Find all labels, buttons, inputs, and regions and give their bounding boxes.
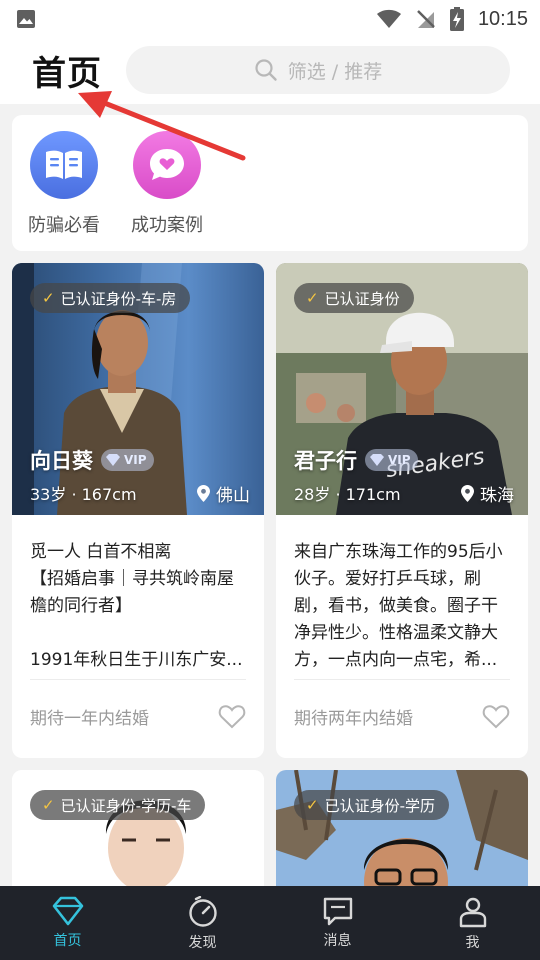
heart-like-icon[interactable] xyxy=(218,704,246,729)
bio-line: 来自广东珠海工作的95后小伙子。爱好打乒乓球，刷剧，看书，做美食。圈子干净异性少… xyxy=(294,542,503,670)
search-placeholder: 筛选 / 推荐 xyxy=(287,60,383,83)
location-text: 佛山 xyxy=(216,486,250,506)
location-pin-icon xyxy=(197,485,210,502)
bio-line: 觅一人 白首不相离 xyxy=(30,542,172,562)
quick-link-label: 成功案例 xyxy=(131,215,203,236)
vip-text: VIP xyxy=(124,453,147,467)
quick-link-label: 防骗必看 xyxy=(28,215,100,236)
age-height: 28岁 · 171cm xyxy=(294,485,401,504)
gallery-notification-icon xyxy=(17,10,35,28)
profile-photo: sneakers ✓ 已认证身份 君子行 VIP 28岁 · 171cm 珠海 xyxy=(276,263,528,515)
status-bar: 10:15 xyxy=(0,0,540,38)
book-icon xyxy=(30,131,98,199)
card-footer: 期待两年内结婚 xyxy=(294,679,510,752)
profile-card[interactable]: ✓ 已认证身份-车-房 向日葵 VIP 33岁 · 167cm 佛山 觅一人 白… xyxy=(12,263,264,758)
profile-name: 君子行 xyxy=(294,449,357,473)
bottom-nav: 首页 发现 消息 我 xyxy=(0,886,540,960)
nav-item-home[interactable]: 首页 xyxy=(0,886,135,960)
clock: 10:15 xyxy=(477,7,528,30)
marriage-expectation: 期待一年内结婚 xyxy=(30,708,149,729)
quick-links-card: 防骗必看 成功案例 xyxy=(12,115,528,251)
profile-card[interactable]: sneakers ✓ 已认证身份 君子行 VIP 28岁 · 171cm 珠海 … xyxy=(276,263,528,758)
check-icon: ✓ xyxy=(306,796,319,814)
diamond-icon xyxy=(52,896,83,926)
verified-badge-text: 已认证身份-车-房 xyxy=(60,289,177,308)
wifi-icon xyxy=(376,9,401,28)
verified-badge-text: 已认证身份 xyxy=(324,289,400,308)
message-icon xyxy=(323,897,352,926)
verified-badge: ✓ 已认证身份-学历-车 xyxy=(30,790,206,820)
header: 首页 筛选 / 推荐 xyxy=(0,38,540,104)
compass-icon xyxy=(188,896,217,927)
vip-badge: VIP xyxy=(101,449,154,471)
location: 珠海 xyxy=(461,481,514,506)
bio-line: 1991年秋日生于川东广安... xyxy=(30,650,243,670)
battery-charging-icon xyxy=(449,7,464,31)
location-pin-icon xyxy=(461,485,474,502)
bio-line: 【招婚启事｜寻共筑岭南屋檐的同行者】 xyxy=(30,569,234,616)
nav-item-messages[interactable]: 消息 xyxy=(270,886,405,960)
profile-bio: 觅一人 白首不相离 【招婚启事｜寻共筑岭南屋檐的同行者】 1991年秋日生于川东… xyxy=(12,515,264,679)
name-row: 君子行 VIP xyxy=(294,445,418,475)
check-icon: ✓ xyxy=(42,289,55,307)
no-signal-icon xyxy=(417,10,435,28)
nav-label: 我 xyxy=(465,935,480,951)
page-title: 首页 xyxy=(32,54,102,94)
check-icon: ✓ xyxy=(42,796,55,814)
profile-photo: ✓ 已认证身份-车-房 向日葵 VIP 33岁 · 167cm 佛山 xyxy=(12,263,264,515)
vip-badge: VIP xyxy=(365,449,418,471)
vip-diamond-icon xyxy=(106,454,120,466)
heart-chat-icon xyxy=(133,131,201,199)
nav-item-discover[interactable]: 发现 xyxy=(135,886,270,960)
age-height: 33岁 · 167cm xyxy=(30,485,137,504)
card-footer: 期待一年内结婚 xyxy=(30,679,246,752)
verified-badge: ✓ 已认证身份-车-房 xyxy=(30,283,191,313)
vip-text: VIP xyxy=(388,453,411,467)
nav-item-me[interactable]: 我 xyxy=(405,886,540,960)
search-icon xyxy=(255,59,277,81)
profile-name: 向日葵 xyxy=(30,449,93,473)
location-text: 珠海 xyxy=(480,486,514,506)
verified-badge: ✓ 已认证身份-学历 xyxy=(294,790,449,820)
quick-link-success-stories[interactable]: 成功案例 xyxy=(117,131,217,237)
check-icon: ✓ xyxy=(306,289,319,307)
verified-badge-text: 已认证身份-学历 xyxy=(324,796,435,815)
marriage-expectation: 期待两年内结婚 xyxy=(294,708,413,729)
nav-label: 首页 xyxy=(53,933,82,949)
verified-badge-text: 已认证身份-学历-车 xyxy=(60,796,192,815)
verified-badge: ✓ 已认证身份 xyxy=(294,283,414,313)
location: 佛山 xyxy=(197,481,250,506)
heart-like-icon[interactable] xyxy=(482,704,510,729)
profile-bio: 来自广东珠海工作的95后小伙子。爱好打乒乓球，刷剧，看书，做美食。圈子干净异性少… xyxy=(276,515,528,679)
name-row: 向日葵 VIP xyxy=(30,445,154,475)
search-input[interactable]: 筛选 / 推荐 xyxy=(126,46,510,94)
user-icon xyxy=(459,897,486,928)
nav-label: 消息 xyxy=(323,933,352,949)
vip-diamond-icon xyxy=(370,454,384,466)
profile-meta: 33岁 · 167cm 佛山 xyxy=(30,481,250,506)
nav-label: 发现 xyxy=(188,935,217,951)
quick-link-anti-fraud[interactable]: 防骗必看 xyxy=(14,131,114,237)
profile-meta: 28岁 · 171cm 珠海 xyxy=(294,481,514,506)
